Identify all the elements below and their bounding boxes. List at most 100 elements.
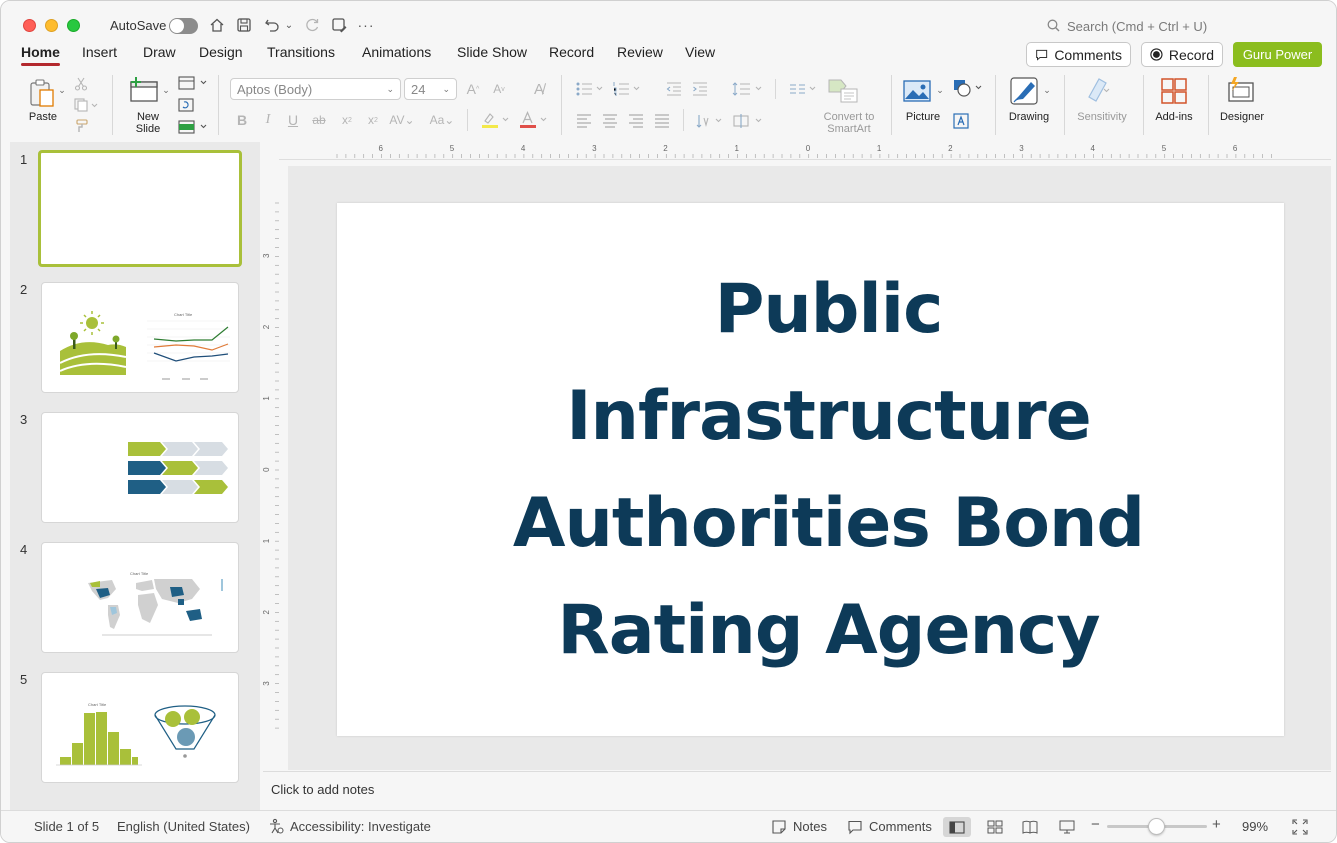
new-slide-icon[interactable] (127, 75, 161, 105)
autosave-toggle[interactable] (169, 18, 198, 34)
ribbon-divider (467, 109, 468, 131)
home-icon[interactable] (207, 15, 227, 35)
add-ins-icon[interactable] (1159, 77, 1189, 105)
strikethrough-icon[interactable]: ab (310, 112, 328, 128)
tab-home[interactable]: Home (21, 44, 60, 66)
tab-review[interactable]: Review (617, 44, 663, 60)
zoom-level[interactable]: 99% (1242, 819, 1268, 834)
font-name-combo[interactable]: Aptos (Body) ⌄ (230, 78, 401, 100)
clear-formatting-icon[interactable]: A̸ (529, 79, 549, 99)
new-slide-dropdown-chevron-icon[interactable]: ⌄ (161, 85, 171, 95)
guru-power-button[interactable]: Guru Power (1233, 42, 1322, 67)
comments-icon[interactable] (846, 818, 864, 836)
decrease-font-size-icon[interactable]: Av (490, 80, 508, 98)
undo-dropdown-chevron-icon[interactable]: ⌄ (282, 15, 296, 35)
tab-view[interactable]: View (685, 44, 715, 60)
text-direction-icon[interactable] (695, 112, 725, 130)
slide-thumbnail-4[interactable]: Chart Title (41, 542, 239, 653)
slide-sorter-view-icon[interactable] (981, 817, 1009, 837)
increase-indent-icon[interactable] (691, 80, 709, 98)
tab-slide-show[interactable]: Slide Show (457, 44, 527, 60)
zoom-in-icon[interactable]: + (1212, 816, 1221, 833)
decrease-indent-icon[interactable] (665, 80, 683, 98)
undo-icon[interactable] (262, 15, 282, 35)
close-window-button[interactable] (23, 19, 36, 32)
subscript-icon[interactable]: x2 (364, 112, 382, 128)
picture-dropdown-chevron-icon[interactable]: ⌄ (935, 85, 945, 95)
comments-button[interactable]: Comments (1026, 42, 1131, 67)
language-indicator[interactable]: English (United States) (117, 819, 250, 834)
line-spacing-icon[interactable] (731, 80, 765, 98)
record-button[interactable]: Record (1141, 42, 1223, 67)
add-ins-label: Add-ins (1155, 111, 1193, 123)
minimize-window-button[interactable] (45, 19, 58, 32)
font-color-icon[interactable] (517, 111, 549, 129)
slide-number: 5 (20, 672, 28, 687)
slide-thumbnail-2[interactable]: Chart Title (41, 282, 239, 393)
shapes-icon[interactable] (951, 78, 985, 98)
character-spacing-icon[interactable]: AV⌄ (387, 111, 417, 129)
fit-to-window-icon[interactable] (1291, 818, 1309, 836)
comments-toggle-label[interactable]: Comments (869, 819, 932, 834)
convert-to-smartart-icon[interactable] (827, 78, 859, 104)
zoom-slider-thumb[interactable] (1148, 818, 1165, 835)
tab-animations[interactable]: Animations (362, 44, 431, 60)
redo-icon[interactable] (302, 15, 322, 35)
align-left-icon[interactable] (575, 112, 593, 130)
notes-toggle-label[interactable]: Notes (793, 819, 827, 834)
text-box-icon[interactable] (951, 111, 971, 131)
save-icon[interactable] (234, 15, 254, 35)
paste-dropdown-chevron-icon[interactable]: ⌄ (57, 85, 67, 95)
slide-show-view-icon[interactable] (1053, 817, 1081, 837)
tab-design[interactable]: Design (199, 44, 243, 60)
bold-icon[interactable]: B (234, 112, 250, 128)
italic-icon[interactable]: I (260, 112, 276, 128)
drawing-dropdown-chevron-icon[interactable]: ⌄ (1042, 85, 1052, 95)
tab-record[interactable]: Record (549, 44, 594, 60)
search-input[interactable]: Search (Cmd + Ctrl + U) (1067, 19, 1207, 34)
tab-transitions[interactable]: Transitions (267, 44, 335, 60)
align-text-icon[interactable] (731, 112, 765, 130)
align-right-icon[interactable] (627, 112, 645, 130)
slide-thumbnail-5[interactable]: Chart Title (41, 672, 239, 783)
accessibility-status[interactable]: Accessibility: Investigate (290, 819, 431, 834)
section-icon[interactable] (177, 119, 209, 135)
superscript-icon[interactable]: x2 (338, 112, 356, 128)
tab-insert[interactable]: Insert (82, 44, 117, 60)
picture-icon[interactable] (901, 77, 933, 105)
bullets-icon[interactable] (574, 80, 606, 98)
drawing-icon[interactable] (1008, 76, 1042, 106)
reading-view-icon[interactable] (1016, 817, 1044, 837)
cut-icon[interactable] (73, 76, 89, 92)
notes-icon[interactable] (770, 818, 788, 836)
notes-pane[interactable]: Click to add notes (263, 771, 1331, 809)
slide-thumbnail-1[interactable] (38, 150, 242, 267)
slide-title-textbox[interactable]: Public Infrastructure Authorities Bond R… (449, 256, 1209, 684)
change-case-icon[interactable]: Aa⌄ (426, 111, 458, 129)
copy-icon[interactable] (73, 97, 99, 113)
slide-thumbnail-3[interactable] (41, 412, 239, 523)
current-slide[interactable]: Public Infrastructure Authorities Bond R… (337, 203, 1284, 736)
underline-icon[interactable]: U (285, 112, 301, 128)
align-center-icon[interactable] (601, 112, 619, 130)
zoom-out-icon[interactable]: − (1091, 816, 1100, 833)
designer-icon[interactable] (1225, 75, 1257, 105)
columns-icon[interactable] (787, 80, 819, 98)
search-icon (1045, 17, 1061, 33)
sensitivity-icon[interactable] (1084, 75, 1114, 105)
numbering-icon[interactable] (611, 80, 643, 98)
font-size-combo[interactable]: 24 ⌄ (404, 78, 457, 100)
highlight-color-icon[interactable] (479, 111, 511, 129)
tab-draw[interactable]: Draw (143, 44, 176, 60)
normal-view-icon[interactable] (943, 817, 971, 837)
increase-font-size-icon[interactable]: A ^ (464, 80, 482, 98)
paste-icon[interactable] (25, 77, 59, 109)
format-painter-icon[interactable] (73, 118, 89, 134)
layout-icon[interactable] (177, 75, 209, 91)
save-as-icon[interactable] (329, 15, 349, 35)
accessibility-icon[interactable] (267, 817, 285, 835)
more-options-icon[interactable]: ··· (356, 15, 376, 35)
justify-icon[interactable] (653, 112, 671, 130)
reset-slide-icon[interactable] (177, 97, 195, 113)
maximize-window-button[interactable] (67, 19, 80, 32)
